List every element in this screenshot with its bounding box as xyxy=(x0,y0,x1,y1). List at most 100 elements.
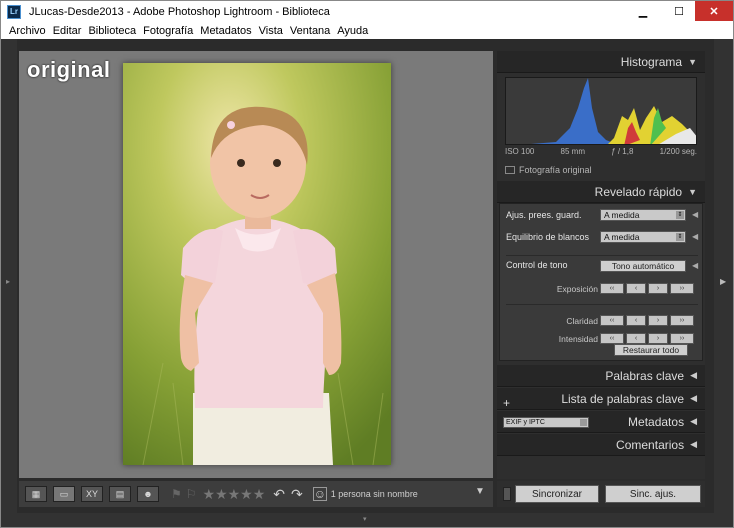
people-view-icon[interactable]: ☻ xyxy=(137,486,159,502)
menu-ayuda[interactable]: Ayuda xyxy=(337,25,368,37)
tone-control-label: Control de tono xyxy=(506,260,568,270)
pick-flag-icon[interactable]: ⚑ xyxy=(171,487,182,501)
collapse-triangle-icon: ▼ xyxy=(688,186,697,197)
preset-label: Ajus. prees. guard. xyxy=(506,210,582,220)
vibrance-steppers: ‹‹ ‹ › ›› xyxy=(600,333,696,344)
original-photo-label: Fotografía original xyxy=(519,165,592,175)
restore-all-button[interactable]: Restaurar todo xyxy=(614,344,688,356)
sync-settings-button[interactable]: Sinc. ajus. xyxy=(605,485,701,503)
spinner-icon xyxy=(580,419,587,426)
expand-left-triangle-icon[interactable]: ◀ xyxy=(692,261,698,270)
app-window: Lr JLucas-Desde2013 - Adobe Photoshop Li… xyxy=(0,0,734,528)
shutter-value: 1/200 seg. xyxy=(659,147,697,156)
keyword-list-title: Lista de palabras clave xyxy=(561,391,685,406)
down-arrow-icon: ▾ xyxy=(363,516,367,523)
minimize-button[interactable]: ▁ xyxy=(629,1,657,21)
histogram-header[interactable]: Histograma ▼ xyxy=(497,51,705,73)
keyword-list-header[interactable]: Lista de palabras clave ◀ xyxy=(497,388,705,410)
expand-left-triangle-icon: ◀ xyxy=(690,393,697,403)
rotate-left-icon[interactable]: ↶ xyxy=(273,486,285,503)
menu-vista[interactable]: Vista xyxy=(259,25,283,37)
keywords-title: Palabras clave xyxy=(605,368,685,383)
comments-title: Comentarios xyxy=(616,437,685,452)
quick-develop-title: Revelado rápido xyxy=(594,184,683,199)
exposure-increase-large-button[interactable]: ›› xyxy=(670,283,694,294)
exposure-decrease-large-button[interactable]: ‹‹ xyxy=(600,283,624,294)
vibrance-decrease-button[interactable]: ‹ xyxy=(626,333,646,344)
comments-header[interactable]: Comentarios ◀ xyxy=(497,434,705,456)
exposure-label: Exposición xyxy=(556,284,598,294)
right-panel-collapse-edge[interactable]: ▶ xyxy=(714,39,733,527)
iso-value: ISO 100 xyxy=(505,147,535,156)
star-rating[interactable]: ★★★★★ xyxy=(203,486,266,503)
white-balance-select[interactable]: A medida ⇕ xyxy=(600,231,686,243)
focal-length-value: 85 mm xyxy=(560,147,585,156)
maximize-button[interactable]: ☐ xyxy=(665,1,693,21)
add-keyword-icon[interactable]: + xyxy=(503,396,510,410)
clarity-increase-large-button[interactable]: ›› xyxy=(670,315,694,326)
face-region-icon[interactable]: ☺ xyxy=(312,487,327,501)
clarity-increase-button[interactable]: › xyxy=(648,315,668,326)
histogram-graph xyxy=(505,77,697,145)
spinner-icon: ⇕ xyxy=(676,211,684,219)
reject-flag-icon[interactable]: ⚐ xyxy=(186,487,197,501)
photo-preview[interactable] xyxy=(123,63,391,465)
menu-editar[interactable]: Editar xyxy=(53,25,82,37)
histogram-title: Histograma xyxy=(620,54,683,69)
preset-select[interactable]: A medida ⇕ xyxy=(600,209,686,221)
clarity-decrease-large-button[interactable]: ‹‹ xyxy=(600,315,624,326)
grid-view-icon[interactable]: ▦ xyxy=(25,486,47,502)
vibrance-increase-large-button[interactable]: ›› xyxy=(670,333,694,344)
rotate-right-icon[interactable]: ↷ xyxy=(291,486,303,503)
checkbox-icon xyxy=(505,166,515,174)
auto-sync-switch[interactable] xyxy=(503,487,511,501)
expand-left-triangle-icon: ◀ xyxy=(690,370,697,380)
people-count-label: 1 persona sin nombre xyxy=(330,489,418,499)
expand-left-triangle-icon[interactable]: ◀ xyxy=(692,210,698,219)
lightroom-app-icon: Lr xyxy=(7,5,21,19)
menu-archivo[interactable]: Archivo xyxy=(9,25,46,37)
auto-tone-button[interactable]: Tono automático xyxy=(600,260,686,272)
exposure-decrease-button[interactable]: ‹ xyxy=(626,283,646,294)
clarity-label: Claridad xyxy=(566,316,598,326)
menu-metadatos[interactable]: Metadatos xyxy=(200,25,251,37)
vibrance-increase-button[interactable]: › xyxy=(648,333,668,344)
expand-left-triangle-icon: ◀ xyxy=(690,416,697,426)
lightroom-workspace: ▸ ▶ ▾ original ▦ ▭ XY ▤ ☻ ⚑ ⚐ ★★★★★ ↶ ↷ … xyxy=(1,39,733,527)
filmstrip-collapse-edge[interactable]: ▾ xyxy=(1,513,733,527)
metadata-preset-select[interactable]: EXIF y IPTC xyxy=(503,417,589,428)
right-arrow-icon: ▶ xyxy=(720,277,727,286)
sync-button[interactable]: Sincronizar xyxy=(515,485,599,503)
child-photo-illustration xyxy=(123,63,391,465)
menu-fotografia[interactable]: Fotografía xyxy=(143,25,193,37)
sync-bar: Sincronizar Sinc. ajus. xyxy=(497,481,705,507)
menu-bar: Archivo Editar Biblioteca Fotografía Met… xyxy=(1,23,733,39)
clarity-decrease-button[interactable]: ‹ xyxy=(626,315,646,326)
exif-info: ISO 100 85 mm ƒ / 1,8 1/200 seg. xyxy=(505,147,697,156)
original-photo-checkbox[interactable]: Fotografía original xyxy=(505,165,592,175)
keywords-header[interactable]: Palabras clave ◀ xyxy=(497,365,705,387)
compare-view-icon[interactable]: XY xyxy=(81,486,103,502)
histogram-curves xyxy=(531,78,696,144)
white-balance-label: Equilibrio de blancos xyxy=(506,232,590,242)
metadata-preset-value: EXIF y IPTC xyxy=(506,419,545,426)
close-button[interactable]: ✕ xyxy=(695,1,733,21)
vibrance-decrease-large-button[interactable]: ‹‹ xyxy=(600,333,624,344)
left-panel-collapse-edge[interactable]: ▸ xyxy=(1,39,17,527)
collapse-triangle-icon: ▼ xyxy=(688,56,697,67)
loupe-view-icon[interactable]: ▭ xyxy=(53,486,75,502)
right-panel: Histograma ▼ ISO 100 85 mm ƒ / 1,8 1/200 … xyxy=(497,51,705,479)
original-overlay-label: original xyxy=(27,57,111,82)
spinner-icon: ⇕ xyxy=(676,233,684,241)
toolbar-options-chevron-down-icon[interactable]: ▼ xyxy=(475,486,485,497)
clarity-steppers: ‹‹ ‹ › ›› xyxy=(600,315,696,326)
expand-left-triangle-icon[interactable]: ◀ xyxy=(692,232,698,241)
menu-biblioteca[interactable]: Biblioteca xyxy=(88,25,136,37)
library-toolbar: ▦ ▭ XY ▤ ☻ ⚑ ⚐ ★★★★★ ↶ ↷ ☺ 1 persona sin… xyxy=(19,481,493,507)
quick-develop-header[interactable]: Revelado rápido ▼ xyxy=(497,181,705,203)
loupe-view: original xyxy=(19,51,493,478)
exposure-increase-button[interactable]: › xyxy=(648,283,668,294)
menu-ventana[interactable]: Ventana xyxy=(290,25,330,37)
aperture-value: ƒ / 1,8 xyxy=(611,147,634,156)
survey-view-icon[interactable]: ▤ xyxy=(109,486,131,502)
